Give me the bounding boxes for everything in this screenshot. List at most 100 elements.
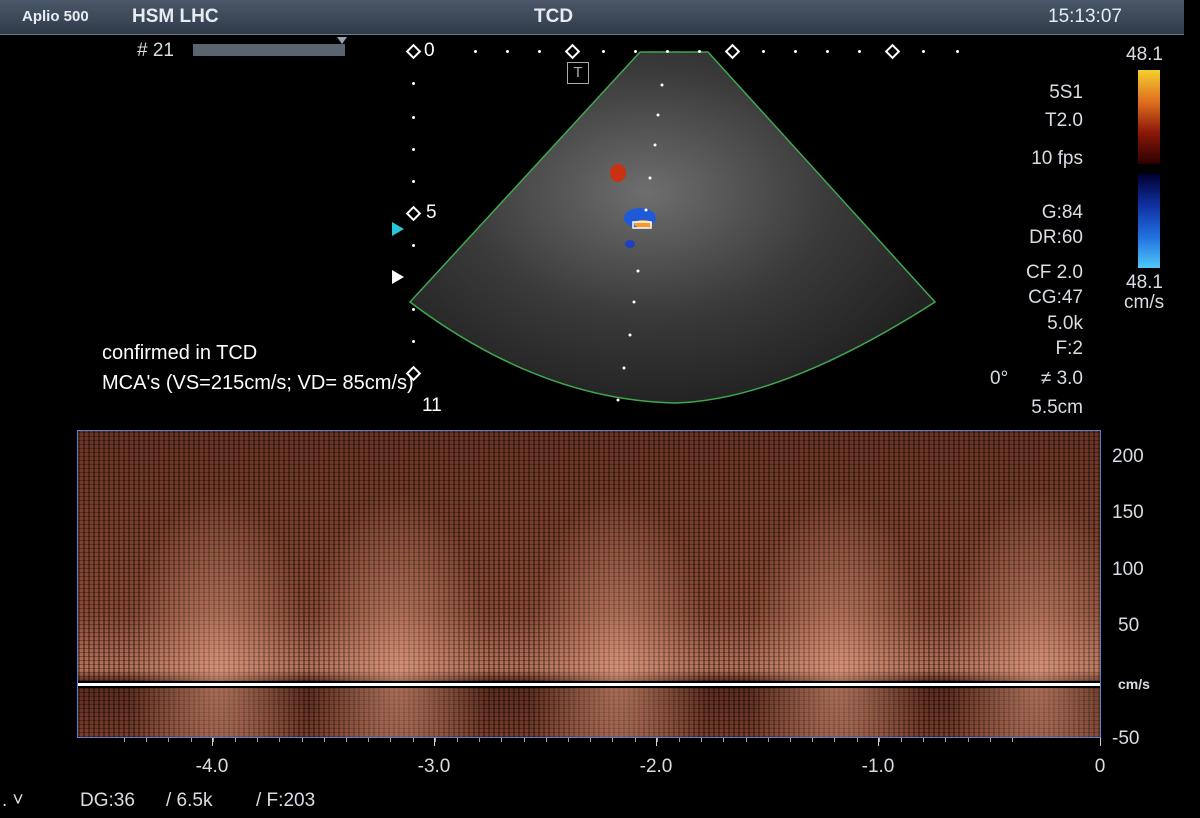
doppler-red-spot <box>610 164 626 182</box>
time-minor-tick <box>856 738 858 742</box>
footer-marker[interactable]: . ˅ <box>2 790 24 812</box>
filter-label: F:2 <box>1055 338 1083 359</box>
time-label-neg4: -4.0 <box>195 756 229 777</box>
frame-rate-label: 10 fps <box>1031 148 1083 169</box>
depth-top-label: 0 <box>424 40 435 61</box>
scale-dot <box>666 50 669 53</box>
color-bar-unit: cm/s <box>1124 292 1165 313</box>
time-minor-tick <box>523 738 525 742</box>
time-minor-tick <box>945 738 947 742</box>
sector-image <box>408 51 937 404</box>
cine-progress-bar[interactable] <box>193 44 345 56</box>
velocity-unit-label: cm/s <box>1118 676 1150 692</box>
time-minor-tick <box>812 738 814 742</box>
spectral-doppler-panel <box>77 430 1101 738</box>
scale-dot <box>474 50 477 53</box>
time-minor-tick <box>301 738 303 742</box>
scale-dot <box>698 50 701 53</box>
time-minor-tick <box>745 738 747 742</box>
time-minor-tick <box>501 738 503 742</box>
time-minor-tick <box>235 738 236 742</box>
focus-marker-icon[interactable] <box>392 222 404 236</box>
time-minor-tick <box>390 738 392 742</box>
time-minor-tick <box>545 738 547 742</box>
time-minor-tick <box>212 738 214 742</box>
depth-dot <box>412 148 415 151</box>
mode-label: TCD <box>534 6 574 27</box>
time-minor-tick <box>479 738 481 742</box>
time-minor-tick <box>590 738 592 742</box>
annotation-line-1: confirmed in TCD <box>102 342 258 364</box>
depth-dot <box>412 82 415 85</box>
prf-label: 5.0k <box>1047 313 1083 334</box>
time-minor-tick <box>257 738 259 742</box>
time-minor-tick <box>168 738 170 742</box>
time-minor-tick <box>701 738 703 742</box>
doppler-orange-spot <box>634 220 652 228</box>
scale-dot <box>538 50 541 53</box>
tissue-harmonic-label: T2.0 <box>1044 110 1083 131</box>
scale-dot <box>634 50 637 53</box>
time-minor-tick <box>679 738 680 742</box>
scale-dot <box>826 50 829 53</box>
baseline <box>78 681 1100 688</box>
time-minor-tick <box>457 738 458 742</box>
color-bar-negative <box>1138 174 1160 268</box>
time-minor-tick <box>612 738 614 742</box>
time-minor-tick <box>656 738 658 742</box>
velocity-tick-50: 50 <box>1118 615 1140 636</box>
doppler-prf-label: / 6.5k <box>166 790 213 811</box>
color-gain-label: CG:47 <box>1028 287 1083 308</box>
scale-dot <box>506 50 509 53</box>
bmode-sector <box>408 51 937 404</box>
transmit-position-icon[interactable] <box>392 270 404 284</box>
time-minor-tick <box>901 738 902 742</box>
time-minor-tick <box>834 738 836 742</box>
velocity-tick-200: 200 <box>1112 446 1144 467</box>
time-label-neg1: -1.0 <box>861 756 895 777</box>
depth-dot <box>412 116 415 119</box>
scale-dot <box>602 50 605 53</box>
cine-marker-icon[interactable] <box>337 37 347 44</box>
time-minor-tick <box>989 738 991 742</box>
time-minor-tick <box>878 738 880 742</box>
depth-mid-label: 5 <box>426 202 437 223</box>
time-minor-tick <box>412 738 414 742</box>
depth-dot <box>412 340 415 343</box>
time-label-neg2: -2.0 <box>639 756 673 777</box>
velocity-tick-100: 100 <box>1112 559 1144 580</box>
time-minor-tick <box>723 738 725 742</box>
time-label-0: 0 <box>1094 756 1106 777</box>
doppler-gain-label: DG:36 <box>80 790 135 811</box>
scale-dot <box>858 50 861 53</box>
time-minor-tick <box>124 738 125 742</box>
time-minor-tick <box>368 738 370 742</box>
time-minor-tick <box>568 738 569 742</box>
scale-dot <box>922 50 925 53</box>
scale-dot <box>794 50 797 53</box>
depth-dot <box>412 180 415 183</box>
top-bar: Aplio 500 HSM LHC TCD 15:13:07 <box>0 0 1184 35</box>
color-bar-positive <box>1138 70 1160 164</box>
time-minor-tick <box>190 738 192 742</box>
time-minor-tick <box>323 738 325 742</box>
time-minor-tick <box>767 738 769 742</box>
device-name: Aplio 500 <box>22 8 89 25</box>
frame-number: # 21 <box>137 40 174 61</box>
time-minor-tick <box>146 738 148 742</box>
depth-dot <box>412 244 415 247</box>
time-minor-tick <box>634 738 636 742</box>
time-minor-tick <box>967 738 969 742</box>
clock: 15:13:07 <box>1048 6 1122 27</box>
probe-label: 5S1 <box>1049 82 1083 103</box>
time-minor-tick <box>434 738 436 742</box>
color-bar-max: 48.1 <box>1126 44 1163 65</box>
transducer-orientation-icon: T <box>567 62 589 84</box>
color-bar-min: 48.1 <box>1126 272 1163 293</box>
dynamic-range-label: DR:60 <box>1029 227 1083 248</box>
angle-label: 0° <box>990 368 1009 389</box>
depth-label: 5.5cm <box>1031 397 1083 418</box>
scale-dot <box>762 50 765 53</box>
institution-name: HSM LHC <box>132 6 219 27</box>
gain-label: G:84 <box>1041 202 1083 223</box>
